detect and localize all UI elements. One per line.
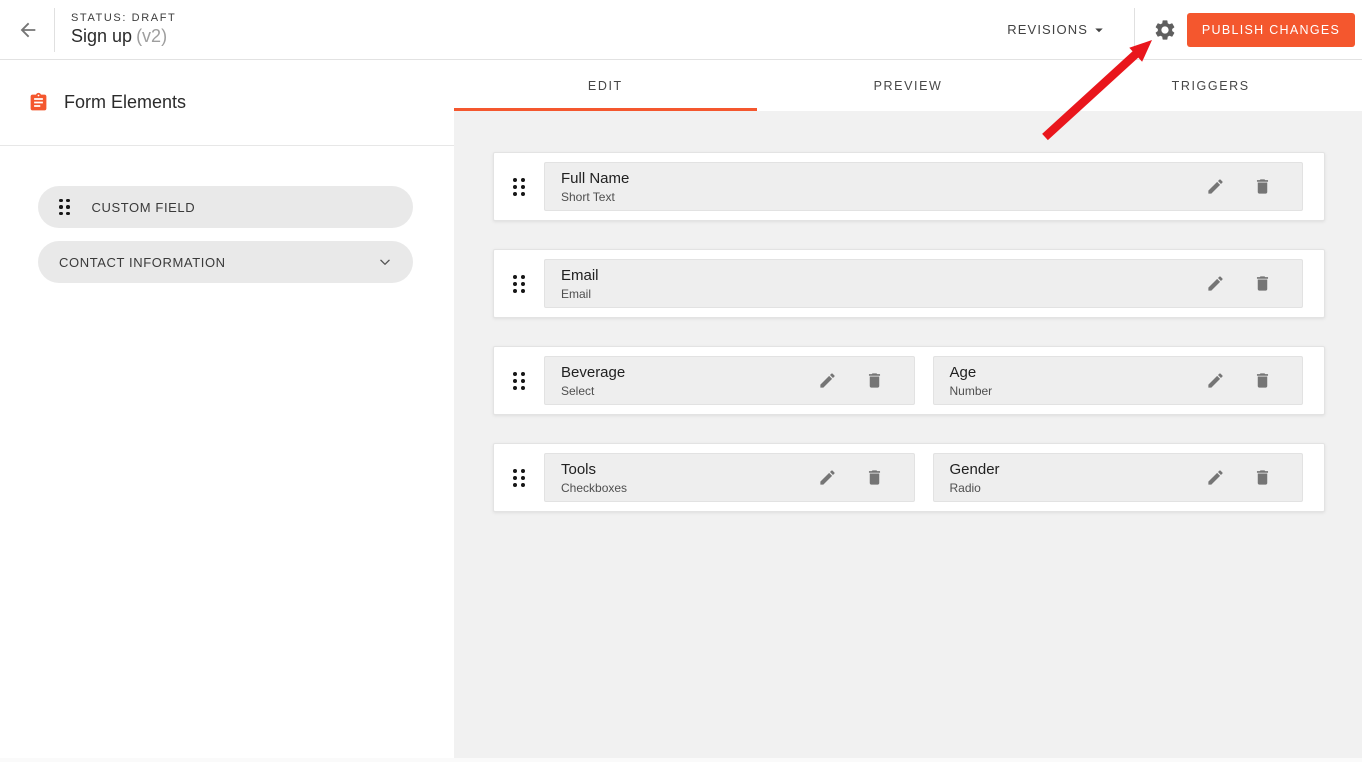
- delete-field-button[interactable]: [865, 371, 884, 390]
- field-title: Beverage: [561, 364, 625, 381]
- field-title: Gender: [950, 461, 1000, 478]
- clipboard-icon: [28, 92, 49, 113]
- pencil-icon: [1206, 274, 1225, 293]
- revisions-label: REVISIONS: [1007, 22, 1088, 37]
- field-type: Email: [561, 287, 599, 301]
- trash-icon: [1253, 274, 1272, 293]
- sidebar-item-custom-field[interactable]: CUSTOM FIELD: [38, 186, 413, 228]
- caret-down-icon: [1090, 21, 1108, 39]
- form-row-card: Tools Checkboxes Gender Radio: [493, 443, 1325, 512]
- field-panel-age: Age Number: [933, 356, 1304, 405]
- form-elements-sidebar: Form Elements CUSTOM FIELD CONTACT INFOR…: [0, 60, 454, 758]
- form-builder-app: STATUS: DRAFT Sign up(v2) REVISIONS PUBL…: [0, 0, 1362, 762]
- back-button[interactable]: [8, 10, 48, 50]
- main-panel: EDIT PREVIEW TRIGGERS Full Name Short Te…: [454, 60, 1362, 758]
- header-divider: [54, 8, 55, 52]
- field-panel-beverage: Beverage Select: [544, 356, 915, 405]
- field-title: Email: [561, 267, 599, 284]
- back-arrow-icon: [17, 19, 39, 41]
- tab-triggers[interactable]: TRIGGERS: [1059, 60, 1362, 111]
- field-type: Radio: [950, 481, 1000, 495]
- field-title: Age: [950, 364, 993, 381]
- form-row-card: Email Email: [493, 249, 1325, 318]
- field-panel-full-name: Full Name Short Text: [544, 162, 1303, 211]
- header-divider: [1134, 8, 1135, 52]
- trash-icon: [1253, 177, 1272, 196]
- trash-icon: [1253, 371, 1272, 390]
- field-type: Checkboxes: [561, 481, 627, 495]
- form-row-card: Beverage Select Age Number: [493, 346, 1325, 415]
- drag-handle-icon[interactable]: [513, 372, 525, 390]
- field-type: Short Text: [561, 190, 629, 204]
- drag-handle-icon[interactable]: [513, 275, 525, 293]
- edit-field-button[interactable]: [818, 468, 837, 487]
- sidebar-title: Form Elements: [64, 92, 186, 113]
- field-type: Select: [561, 384, 625, 398]
- chevron-down-icon: [378, 255, 392, 269]
- pencil-icon: [1206, 468, 1225, 487]
- publish-changes-button[interactable]: PUBLISH CHANGES: [1187, 13, 1355, 47]
- status-badge: STATUS: DRAFT: [71, 12, 176, 24]
- field-title: Tools: [561, 461, 627, 478]
- edit-field-button[interactable]: [1206, 371, 1225, 390]
- form-title-block: STATUS: DRAFT Sign up(v2): [71, 12, 176, 47]
- field-panel-email: Email Email: [544, 259, 1303, 308]
- form-row-card: Full Name Short Text: [493, 152, 1325, 221]
- delete-field-button[interactable]: [1253, 177, 1272, 196]
- revisions-dropdown-button[interactable]: REVISIONS: [1007, 21, 1108, 39]
- delete-field-button[interactable]: [1253, 274, 1272, 293]
- field-panel-gender: Gender Radio: [933, 453, 1304, 502]
- pencil-icon: [818, 468, 837, 487]
- tab-edit[interactable]: EDIT: [454, 60, 757, 111]
- tab-preview[interactable]: PREVIEW: [757, 60, 1060, 111]
- page-title: Sign up(v2): [71, 26, 176, 47]
- delete-field-button[interactable]: [865, 468, 884, 487]
- edit-field-button[interactable]: [1206, 177, 1225, 196]
- settings-gear-icon: [1153, 18, 1177, 42]
- field-title: Full Name: [561, 170, 629, 187]
- sidebar-item-label: CONTACT INFORMATION: [59, 255, 226, 270]
- field-type: Number: [950, 384, 993, 398]
- drag-handle-icon[interactable]: [513, 469, 525, 487]
- sidebar-item-contact-information[interactable]: CONTACT INFORMATION: [38, 241, 413, 283]
- form-canvas: Full Name Short Text: [454, 111, 1362, 758]
- pencil-icon: [1206, 371, 1225, 390]
- sidebar-item-label: CUSTOM FIELD: [92, 200, 196, 215]
- edit-field-button[interactable]: [1206, 274, 1225, 293]
- delete-field-button[interactable]: [1253, 468, 1272, 487]
- pencil-icon: [1206, 177, 1225, 196]
- tab-bar: EDIT PREVIEW TRIGGERS: [454, 60, 1362, 111]
- form-version: (v2): [136, 26, 167, 46]
- pencil-icon: [818, 371, 837, 390]
- trash-icon: [865, 468, 884, 487]
- drag-handle-icon[interactable]: [513, 178, 525, 196]
- edit-field-button[interactable]: [1206, 468, 1225, 487]
- trash-icon: [1253, 468, 1272, 487]
- drag-handle-icon[interactable]: [59, 199, 70, 216]
- delete-field-button[interactable]: [1253, 371, 1272, 390]
- sidebar-items: CUSTOM FIELD CONTACT INFORMATION: [0, 146, 454, 296]
- sidebar-header: Form Elements: [0, 60, 454, 146]
- settings-button[interactable]: [1147, 10, 1183, 50]
- trash-icon: [865, 371, 884, 390]
- field-panel-tools: Tools Checkboxes: [544, 453, 915, 502]
- top-bar: STATUS: DRAFT Sign up(v2) REVISIONS PUBL…: [0, 0, 1362, 60]
- edit-field-button[interactable]: [818, 371, 837, 390]
